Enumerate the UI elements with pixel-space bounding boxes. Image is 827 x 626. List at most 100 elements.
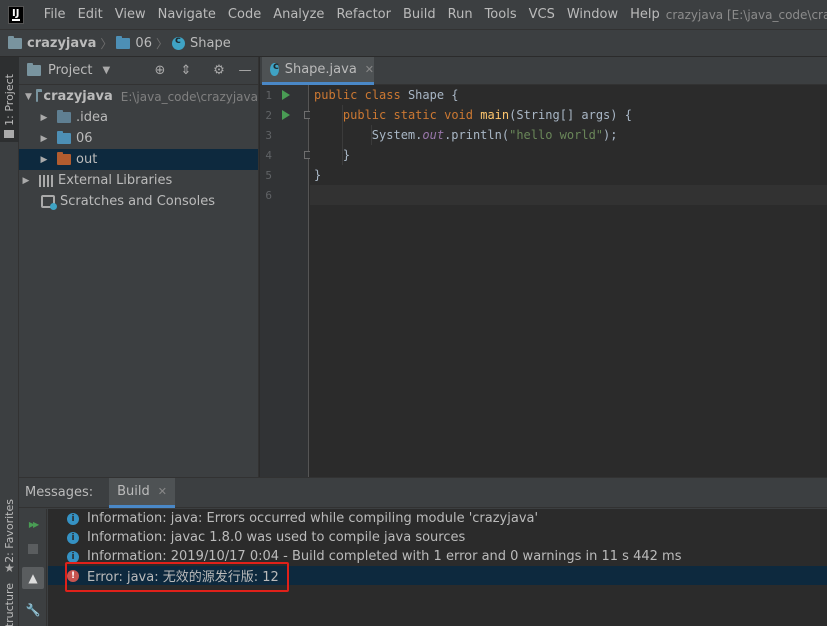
line-number: 1 [265, 89, 272, 102]
window-title: crazyjava [E:\java_code\crazyjava] [665, 7, 827, 22]
project-view-icon [27, 63, 41, 76]
line-number: 5 [265, 169, 272, 182]
excluded-folder-icon [57, 152, 71, 165]
menu-build[interactable]: Build [397, 7, 442, 22]
menu-edit[interactable]: Edit [72, 7, 109, 22]
code-editor[interactable]: public class Shape { public static void … [310, 85, 827, 477]
chevron-down-icon[interactable]: ▼ [102, 65, 110, 76]
message-text: Information: java: Errors occurred while… [87, 511, 539, 526]
code-line-2: public static void main(String[] args) { [342, 108, 632, 122]
menu-vcs[interactable]: VCS [523, 7, 561, 22]
tool-tab-project[interactable]: 1: Project [0, 57, 19, 142]
tree-item-label: Scratches and Consoles [60, 194, 216, 209]
menu-file[interactable]: File [34, 7, 72, 22]
stop-icon[interactable] [22, 538, 44, 560]
message-text: Error: java: 无效的源发行版: 12 [87, 570, 279, 585]
tree-item-label: 06 [76, 131, 93, 146]
list-item[interactable]: ! Error: java: 无效的源发行版: 12 [48, 566, 827, 585]
folder-icon [116, 35, 131, 49]
list-item[interactable]: i Information: java: Errors occurred whi… [48, 509, 827, 528]
current-line-highlight [310, 185, 827, 205]
breadcrumb-project[interactable]: crazyjava [8, 35, 96, 51]
menu-navigate[interactable]: Navigate [152, 7, 222, 22]
info-icon: i [67, 531, 79, 544]
collapsed-arrow-icon[interactable]: ▶ [21, 176, 31, 186]
tool-tab-structure[interactable]: Structure [0, 583, 19, 626]
line-number: 6 [265, 189, 272, 202]
line-number: 2 [265, 109, 272, 122]
list-item[interactable]: i Information: 2019/10/17 0:04 - Build c… [48, 547, 827, 566]
info-icon: i [67, 550, 79, 563]
message-text: Information: javac 1.8.0 was used to com… [87, 530, 466, 545]
locate-target-icon[interactable]: ⊕ [153, 64, 167, 78]
collapse-all-icon[interactable]: ⇕ [179, 64, 193, 78]
source-folder-icon [57, 131, 71, 144]
java-class-icon [171, 35, 185, 50]
breadcrumb-file[interactable]: Shape [171, 35, 231, 51]
editor-tab-bar: Shape.java ✕ [260, 57, 827, 85]
gear-icon[interactable]: ⚙ [212, 64, 226, 78]
code-line-4: } [342, 148, 351, 162]
show-warnings-icon[interactable] [22, 567, 44, 589]
tree-item-external-libraries[interactable]: ▶ External Libraries [19, 170, 258, 191]
run-icon[interactable] [282, 110, 290, 120]
hide-icon[interactable]: — [238, 64, 252, 78]
project-panel-title[interactable]: Project [48, 63, 92, 78]
expanded-arrow-icon[interactable]: ▼ [25, 92, 32, 102]
editor-gutter: 1 2 3 4 5 6 [260, 85, 312, 477]
java-class-icon [270, 61, 279, 76]
tree-item-path: E:\java_code\crazyjava [120, 89, 258, 104]
intellij-logo-icon: IJ [8, 5, 24, 24]
messages-toolbar [19, 509, 47, 626]
menu-tools[interactable]: Tools [479, 7, 523, 22]
messages-header: Messages: Build ✕ [19, 477, 827, 508]
module-folder-icon [35, 89, 44, 102]
folder-icon [4, 130, 14, 138]
tab-shape-java[interactable]: Shape.java ✕ [262, 57, 374, 85]
project-panel: Project ▼ ⊕ ⇕ ⚙ — ▼ crazyjava E:\java_co… [19, 57, 259, 477]
tool-tab-project-label: 1: Project [3, 73, 16, 126]
menu-window[interactable]: Window [561, 7, 624, 22]
build-tab-label: Build [117, 483, 150, 499]
wrench-icon[interactable] [22, 599, 44, 621]
close-icon[interactable]: ✕ [365, 63, 374, 76]
line-number: 3 [265, 129, 272, 142]
tree-item-label: .idea [76, 110, 108, 125]
collapsed-arrow-icon[interactable]: ▶ [39, 155, 49, 165]
line-number: 4 [265, 149, 272, 162]
menu-bar: IJ File Edit View Navigate Code Analyze … [0, 0, 827, 29]
error-icon: ! [67, 569, 79, 582]
tree-item-out[interactable]: ▶ out [19, 149, 258, 170]
tool-tab-structure-label: Structure [3, 582, 16, 626]
menu-view[interactable]: View [109, 7, 152, 22]
tool-tab-favorites[interactable]: 2: Favorites [0, 491, 19, 571]
list-item[interactable]: i Information: javac 1.8.0 was used to c… [48, 528, 827, 547]
tree-item-idea[interactable]: ▶ .idea [19, 107, 258, 128]
code-line-1: public class Shape { [314, 88, 459, 102]
tree-item-scratches[interactable]: Scratches and Consoles [19, 191, 258, 212]
tree-item-06[interactable]: ▶ 06 [19, 128, 258, 149]
left-tool-strip: 1: Project 2: Favorites ★ Structure [0, 57, 19, 626]
breadcrumb-folder[interactable]: 06 [116, 35, 152, 51]
run-icon[interactable] [282, 90, 290, 100]
collapsed-arrow-icon[interactable]: ▶ [39, 134, 49, 144]
message-text: Information: 2019/10/17 0:04 - Build com… [87, 549, 682, 564]
code-line-3: System.out.println("hello world"); [371, 128, 618, 142]
breadcrumb-file-label: Shape [189, 35, 231, 51]
menu-help[interactable]: Help [624, 7, 666, 22]
rerun-icon[interactable] [22, 513, 44, 535]
menu-analyze[interactable]: Analyze [267, 7, 330, 22]
menu-run[interactable]: Run [442, 7, 479, 22]
folder-icon [57, 110, 71, 123]
tab-build[interactable]: Build ✕ [109, 477, 175, 508]
tree-item-label: External Libraries [58, 173, 173, 188]
code-line-5: } [314, 168, 322, 182]
project-folder-icon [8, 35, 22, 49]
close-icon[interactable]: ✕ [158, 485, 167, 498]
tree-item-crazyjava[interactable]: ▼ crazyjava E:\java_code\crazyjava [19, 86, 258, 107]
menu-refactor[interactable]: Refactor [330, 7, 397, 22]
menu-code[interactable]: Code [222, 7, 267, 22]
info-icon: i [67, 512, 79, 525]
messages-list: i Information: java: Errors occurred whi… [48, 509, 827, 626]
collapsed-arrow-icon[interactable]: ▶ [39, 113, 49, 123]
